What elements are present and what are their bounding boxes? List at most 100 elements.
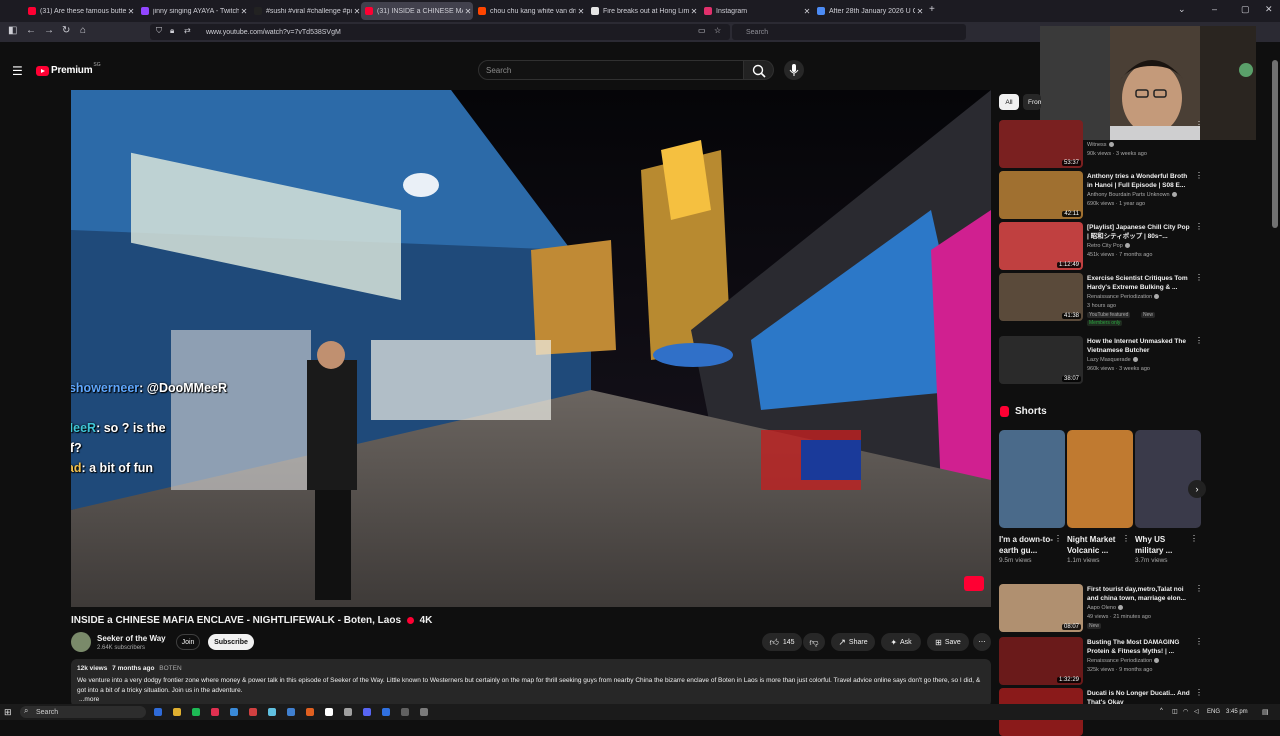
app-icon[interactable] [287, 708, 295, 716]
video-title[interactable]: First tourist day,metro,Talat noi and ch… [1087, 585, 1193, 603]
app-icon[interactable] [382, 708, 390, 716]
recommended-video[interactable]: 1:32:29 Busting The Most DAMAGING Protein… [999, 637, 1204, 685]
recommended-video[interactable]: 08:07 First tourist day,metro,Talat noi a… [999, 584, 1204, 632]
video-title[interactable]: Busting The Most DAMAGING Protein & Fitn… [1087, 638, 1193, 656]
wifi-icon[interactable]: ◠ [1183, 708, 1188, 715]
browser-tab[interactable]: #sushi #viral #challenge #puzzl...✕ [250, 2, 362, 20]
more-options-icon[interactable]: ⋮ [1122, 534, 1130, 543]
bookmark-star-icon[interactable]: ☆ [714, 26, 721, 35]
recommended-video[interactable]: 53:37 Witness 90k views · 3 weeks ago ⋮ [999, 120, 1204, 168]
video-thumbnail[interactable]: 53:37 [999, 120, 1083, 168]
home-icon[interactable]: ⌂ [80, 25, 86, 36]
new-tab-button[interactable]: + [929, 4, 935, 15]
save-button[interactable]: ⊞ Save [927, 633, 969, 651]
reader-view-icon[interactable]: ▭ [698, 26, 706, 35]
chip-from[interactable]: From [1023, 94, 1041, 110]
channel-avatar[interactable] [71, 632, 91, 652]
more-options-icon[interactable]: ⋮ [1195, 584, 1203, 593]
browser-tab[interactable]: (31) INSIDE a CHINESE MA... ✕ [361, 2, 473, 20]
more-actions-button[interactable]: ⋯ [973, 633, 991, 651]
video-title[interactable]: How the Internet Unmasked The Vietnamese… [1087, 337, 1193, 355]
subscribe-button[interactable]: Subscribe [208, 634, 254, 650]
channel-name[interactable]: Witness [1087, 142, 1107, 148]
network-icon[interactable]: ◫ [1172, 708, 1178, 715]
youtube-search-input[interactable]: Search [478, 60, 744, 80]
short-thumbnail[interactable] [1135, 430, 1201, 528]
more-options-icon[interactable]: ⋮ [1190, 534, 1198, 543]
more-options-icon[interactable]: ⋮ [1054, 534, 1062, 543]
close-tab-icon[interactable]: ✕ [463, 7, 473, 16]
app-icon[interactable] [325, 708, 333, 716]
channel-name[interactable]: Anthony Bourdain Parts Unknown [1087, 192, 1170, 198]
recommended-video[interactable]: 41:38 Exercise Scientist Critiques Tom Ha… [999, 273, 1204, 326]
close-tab-icon[interactable]: ✕ [915, 7, 925, 16]
taskbar-search[interactable]: ⌕ Search [20, 706, 146, 718]
close-tab-icon[interactable]: ✕ [126, 7, 136, 16]
close-tab-icon[interactable]: ✕ [239, 7, 249, 16]
close-tab-icon[interactable]: ✕ [802, 7, 812, 16]
join-button[interactable]: Join [176, 634, 200, 650]
dislike-button[interactable]: 👎︎ [803, 633, 825, 651]
app-icon[interactable] [401, 708, 409, 716]
close-tab-icon[interactable]: ✕ [689, 7, 699, 16]
description-box[interactable]: 12k views 7 months ago BOTEN We venture … [71, 659, 991, 707]
forward-icon[interactable]: → [44, 25, 54, 36]
chip-all[interactable]: All [999, 94, 1019, 110]
app-icon[interactable] [249, 708, 257, 716]
app-icon[interactable] [211, 708, 219, 716]
channel-name[interactable]: Aapo Oleno [1087, 605, 1116, 611]
shield-icon[interactable]: ⛉ [156, 26, 162, 36]
voice-search-button[interactable] [784, 60, 804, 80]
maximize-icon[interactable]: ▢ [1241, 4, 1250, 15]
shorts-next-button[interactable]: › [1188, 480, 1206, 498]
minimize-icon[interactable]: – [1212, 4, 1217, 14]
language-indicator[interactable]: ENG [1207, 709, 1220, 715]
volume-icon[interactable]: ◁ [1194, 708, 1199, 715]
browser-tab[interactable]: (31) Are these famous butter c...✕ [24, 2, 136, 20]
more-options-icon[interactable]: ⋮ [1195, 688, 1203, 697]
short-title[interactable]: Why US military ... [1135, 534, 1193, 556]
file-explorer-icon[interactable] [173, 708, 181, 716]
video-title[interactable]: [Playlist] Japanese Chill City Pop | 昭和シ… [1087, 223, 1193, 241]
video-title[interactable]: Anthony tries a Wonderful Broth in Hanoi… [1087, 172, 1193, 190]
more-options-icon[interactable]: ⋮ [1195, 120, 1203, 129]
search-button[interactable] [744, 60, 774, 80]
app-icon[interactable] [230, 708, 238, 716]
app-icon[interactable] [344, 708, 352, 716]
channel-name[interactable]: Renaissance Periodization [1087, 658, 1152, 664]
video-thumbnail[interactable]: 08:07 [999, 584, 1083, 632]
video-title[interactable]: Exercise Scientist Critiques Tom Hardy's… [1087, 274, 1193, 292]
browser-tab[interactable]: Instagram ✕ [700, 2, 812, 20]
browser-tab[interactable]: After 28th January 2026 U Can'...✕ [813, 2, 925, 20]
short-title[interactable]: Night Market Volcanic ... [1067, 534, 1125, 556]
url-bar[interactable]: ⛉ 🔒︎ ⇄ www.youtube.com/watch?v=7vTd538SV… [150, 24, 730, 40]
more-options-icon[interactable]: ⋮ [1195, 637, 1203, 646]
close-window-icon[interactable]: ✕ [1265, 4, 1273, 15]
more-options-icon[interactable]: ⋮ [1195, 222, 1203, 231]
channel-name[interactable]: Retro City Pop [1087, 243, 1123, 249]
browser-tab[interactable]: Fire breaks out at Hong Lim fo...✕ [587, 2, 699, 20]
video-thumbnail[interactable]: 1:32:29 [999, 637, 1083, 685]
reload-icon[interactable]: ↻ [62, 25, 70, 36]
back-icon[interactable]: ← [26, 25, 36, 36]
more-options-icon[interactable]: ⋮ [1195, 336, 1203, 345]
show-more-link[interactable]: ...more [79, 696, 99, 703]
channel-name[interactable]: Seeker of the Way [97, 634, 166, 643]
short-thumbnail[interactable] [1067, 430, 1133, 528]
app-icon[interactable] [268, 708, 276, 716]
recommended-video[interactable]: 38:07 How the Internet Unmasked The Vietn… [999, 336, 1204, 384]
menu-icon[interactable]: ☰ [12, 64, 23, 78]
browser-tab[interactable]: chou chu kang white van driver...✕ [474, 2, 586, 20]
tab-list-chevron-icon[interactable]: ⌄ [1178, 4, 1186, 15]
recommended-video[interactable]: 42:11 Anthony tries a Wonderful Broth in … [999, 171, 1204, 219]
lock-icon[interactable]: 🔒︎ [170, 26, 174, 36]
video-thumbnail[interactable]: 38:07 [999, 336, 1083, 384]
location-tag[interactable]: BOTEN [159, 665, 181, 672]
video-thumbnail[interactable]: 41:38 [999, 273, 1083, 321]
firefox-icon[interactable] [306, 708, 314, 716]
recommended-video[interactable]: 1:12:49 [Playlist] Japanese Chill City Po… [999, 222, 1204, 270]
video-thumbnail[interactable]: 42:11 [999, 171, 1083, 219]
share-button[interactable]: ↗ Share [831, 633, 875, 651]
short-thumbnail[interactable] [999, 430, 1065, 528]
app-icon[interactable] [420, 708, 428, 716]
